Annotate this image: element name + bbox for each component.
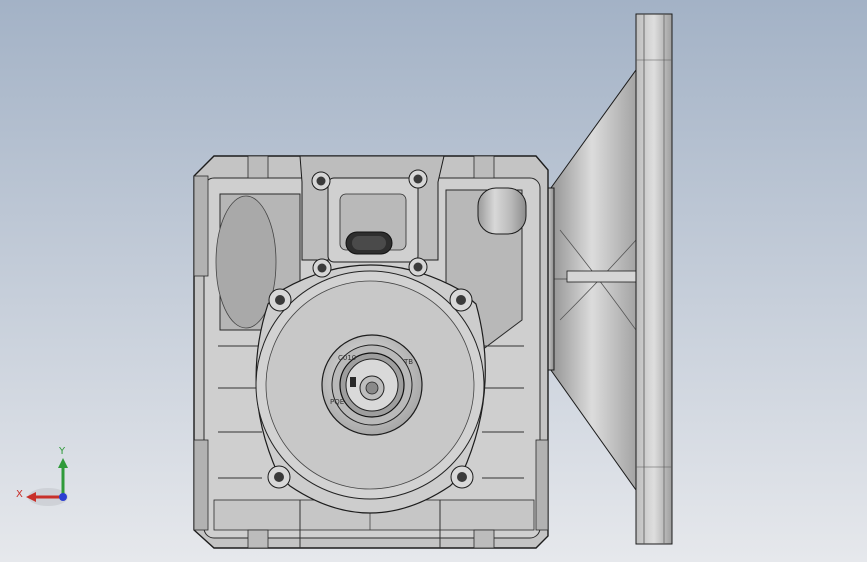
bolt-hole xyxy=(268,288,292,312)
z-axis-dot xyxy=(59,493,67,501)
bolt-hole xyxy=(312,258,332,278)
bolt-hole xyxy=(450,465,474,489)
seal-label-right: TB xyxy=(403,358,413,366)
bolt-hole xyxy=(408,169,428,189)
bolt-hole xyxy=(311,171,331,191)
viewport-canvas[interactable]: C010 PQE TB Y X xyxy=(0,0,867,562)
cad-viewport[interactable]: C010 PQE TB Y X xyxy=(0,0,867,562)
y-axis-label: Y xyxy=(58,446,66,457)
bolt-hole xyxy=(267,465,291,489)
seal-label-top: C010 xyxy=(338,354,356,362)
bolt-hole xyxy=(408,257,428,277)
bolt-hole xyxy=(449,288,473,312)
seal-label-left: PQE xyxy=(330,398,344,406)
x-axis-label: X xyxy=(16,489,23,500)
